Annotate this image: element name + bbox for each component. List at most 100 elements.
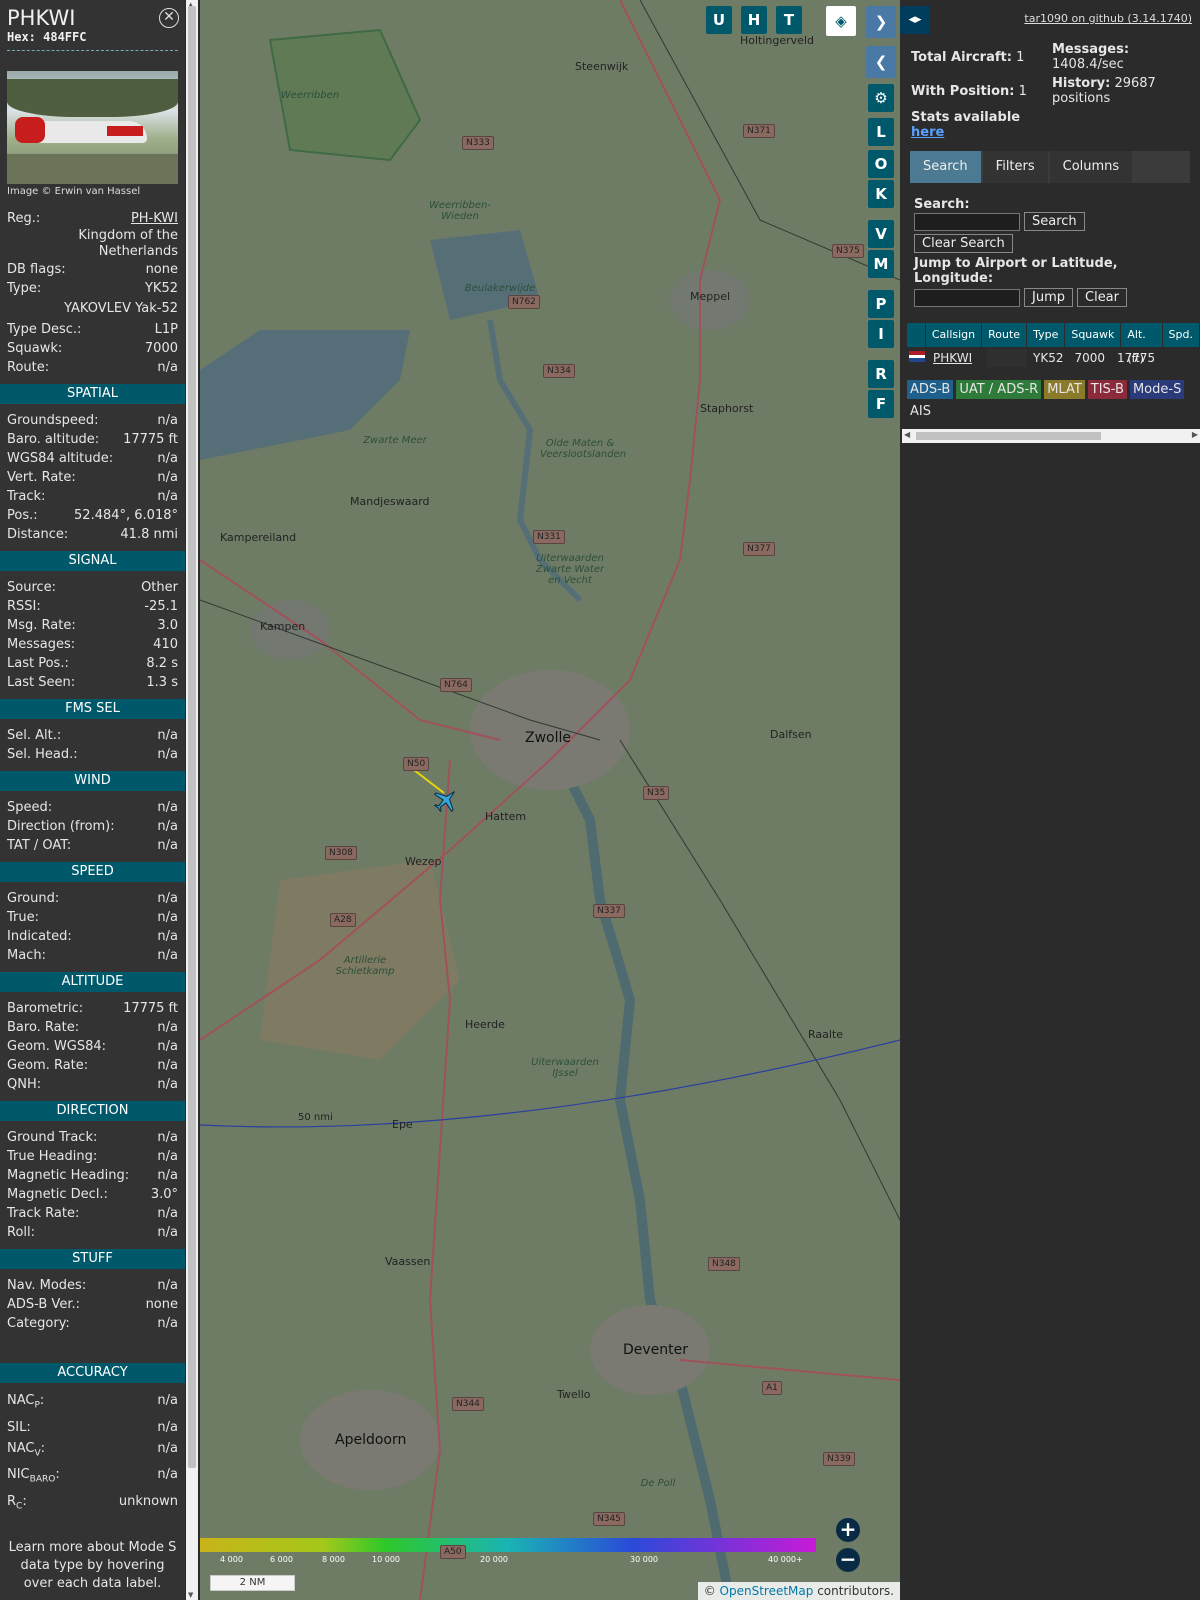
github-link[interactable]: tar1090 on github (3.14.1740) bbox=[1024, 12, 1192, 25]
jump-button[interactable]: Jump bbox=[1024, 288, 1073, 307]
flag-column[interactable] bbox=[907, 323, 925, 347]
spatial-label[interactable]: WGS84 altitude: bbox=[7, 449, 113, 468]
map-button-v[interactable]: V bbox=[868, 220, 894, 248]
scrollbar-thumb[interactable] bbox=[188, 6, 196, 1468]
stuff-label[interactable]: Nav. Modes: bbox=[7, 1276, 86, 1295]
osm-link[interactable]: OpenStreetMap bbox=[720, 1584, 814, 1598]
col-type[interactable]: Type bbox=[1027, 323, 1065, 347]
wind-label[interactable]: TAT / OAT: bbox=[7, 836, 71, 855]
col-alt[interactable]: Alt. (ft) bbox=[1121, 323, 1162, 365]
stuff-label[interactable]: ADS-B Ver.: bbox=[7, 1295, 80, 1314]
accuracy-label-wrap[interactable]: NACV: bbox=[7, 1438, 45, 1465]
stats-link[interactable]: here bbox=[911, 125, 944, 140]
search-button[interactable]: Search bbox=[1024, 212, 1085, 231]
direction-row: Magnetic Decl.: 3.0° bbox=[0, 1185, 185, 1204]
map-button-r[interactable]: R bbox=[868, 360, 894, 388]
tab-search[interactable]: Search bbox=[910, 151, 981, 183]
map-button-i[interactable]: I bbox=[868, 320, 894, 348]
direction-label[interactable]: Roll: bbox=[7, 1223, 35, 1242]
collapse-left-icon[interactable]: ❮ bbox=[866, 46, 896, 78]
altitude-label[interactable]: Geom. Rate: bbox=[7, 1056, 88, 1075]
table-scrollbar[interactable]: ◀ ▶ bbox=[902, 429, 1200, 443]
direction-label[interactable]: True Heading: bbox=[7, 1147, 97, 1166]
nl-flag-icon bbox=[907, 349, 927, 367]
signal-value: 3.0 bbox=[157, 618, 178, 633]
map-button-u[interactable]: U bbox=[706, 6, 732, 34]
search-input[interactable] bbox=[914, 212, 1020, 231]
speed-label[interactable]: Mach: bbox=[7, 946, 46, 965]
map-button-f[interactable]: F bbox=[868, 390, 894, 418]
scroll-left-icon[interactable]: ◀ bbox=[904, 430, 910, 439]
signal-label[interactable]: RSSI: bbox=[7, 597, 41, 616]
speed-label[interactable]: True: bbox=[7, 908, 39, 927]
speed-label[interactable]: Ground: bbox=[7, 889, 59, 908]
wind-label[interactable]: Speed: bbox=[7, 798, 52, 817]
accuracy-label-wrap[interactable]: NACP: bbox=[7, 1390, 44, 1417]
row-callsign[interactable]: PHKWI bbox=[927, 349, 987, 367]
map-button-m[interactable]: M bbox=[868, 250, 894, 278]
col-callsign[interactable]: Callsign bbox=[925, 323, 982, 347]
accuracy-label-wrap[interactable]: SIL: bbox=[7, 1417, 31, 1438]
spatial-value: n/a bbox=[157, 451, 178, 466]
map-button-p[interactable]: P bbox=[868, 290, 894, 318]
jump-input[interactable] bbox=[914, 288, 1020, 307]
speed-label[interactable]: Indicated: bbox=[7, 927, 72, 946]
spatial-label[interactable]: Groundspeed: bbox=[7, 411, 98, 430]
registration-link[interactable]: PH-KWI bbox=[131, 209, 178, 228]
toggle-sidebar-icon[interactable]: ◂▸ bbox=[900, 6, 930, 34]
map-button-k[interactable]: K bbox=[868, 180, 894, 208]
altitude-label[interactable]: Geom. WGS84: bbox=[7, 1037, 106, 1056]
altitude-label[interactable]: QNH: bbox=[7, 1075, 41, 1094]
aircraft-photo[interactable] bbox=[7, 71, 178, 184]
map-button-t[interactable]: T bbox=[776, 6, 802, 34]
scrollbar-thumb[interactable] bbox=[916, 432, 1101, 440]
map-button-l[interactable]: L bbox=[868, 118, 894, 146]
col-squawk[interactable]: Squawk bbox=[1065, 323, 1121, 347]
spatial-label[interactable]: Pos.: bbox=[7, 506, 38, 525]
col-route[interactable]: Route bbox=[982, 323, 1027, 347]
clear-search-button[interactable]: Clear Search bbox=[914, 234, 1013, 253]
clear-button[interactable]: Clear bbox=[1077, 288, 1127, 307]
accuracy-label-wrap[interactable]: NICBARO: bbox=[7, 1464, 60, 1491]
direction-label[interactable]: Track Rate: bbox=[7, 1204, 79, 1223]
layers-icon[interactable]: ◈ bbox=[826, 6, 856, 36]
signal-label[interactable]: Last Seen: bbox=[7, 673, 75, 692]
accuracy-label-wrap[interactable]: RC: bbox=[7, 1491, 27, 1518]
close-icon[interactable]: ✕ bbox=[159, 8, 179, 28]
speed-list: Ground: n/a True: n/a Indicated: n/a Mach: n/a bbox=[0, 889, 185, 965]
direction-label[interactable]: Ground Track: bbox=[7, 1128, 97, 1147]
spatial-label[interactable]: Distance: bbox=[7, 525, 68, 544]
accuracy-list: NACP: n/a SIL: n/a NACV: n/a NICBARO: n/a RC: unk… bbox=[0, 1390, 185, 1517]
scroll-down-icon[interactable]: ▼ bbox=[188, 1591, 193, 1599]
spatial-row: Track: n/a bbox=[0, 487, 185, 506]
direction-label[interactable]: Magnetic Heading: bbox=[7, 1166, 129, 1185]
sidebar-scrollbar[interactable]: ▲ ▼ bbox=[186, 0, 198, 1600]
map-view[interactable]: Steenwijk Meppel Staphorst Zwolle Kampen Hatt… bbox=[200, 0, 900, 1600]
stuff-label[interactable]: Category: bbox=[7, 1314, 70, 1333]
spatial-label[interactable]: Vert. Rate: bbox=[7, 468, 76, 487]
tab-columns[interactable]: Columns bbox=[1049, 151, 1133, 183]
spatial-label[interactable]: Track: bbox=[7, 487, 45, 506]
section-stuff: STUFF bbox=[0, 1249, 185, 1269]
expand-right-icon[interactable]: ❯ bbox=[866, 6, 896, 38]
signal-label[interactable]: Last Pos.: bbox=[7, 654, 69, 673]
signal-label[interactable]: Messages: bbox=[7, 635, 75, 654]
signal-label[interactable]: Msg. Rate: bbox=[7, 616, 76, 635]
col-speed[interactable]: Spd. bbox=[1162, 323, 1199, 347]
wind-label[interactable]: Direction (from): bbox=[7, 817, 115, 836]
fms-label[interactable]: Sel. Head.: bbox=[7, 745, 78, 764]
zoom-in-button[interactable]: + bbox=[836, 1518, 860, 1542]
fms-label[interactable]: Sel. Alt.: bbox=[7, 726, 61, 745]
tab-filters[interactable]: Filters bbox=[982, 151, 1048, 183]
direction-label[interactable]: Magnetic Decl.: bbox=[7, 1185, 108, 1204]
spatial-label[interactable]: Baro. altitude: bbox=[7, 430, 99, 449]
altitude-label[interactable]: Barometric: bbox=[7, 999, 83, 1018]
altitude-label[interactable]: Baro. Rate: bbox=[7, 1018, 79, 1037]
scroll-right-icon[interactable]: ▶ bbox=[1192, 430, 1198, 439]
gear-icon[interactable]: ⚙ bbox=[868, 84, 894, 112]
signal-label[interactable]: Source: bbox=[7, 578, 56, 597]
zoom-out-button[interactable]: − bbox=[836, 1548, 860, 1572]
map-button-o[interactable]: O bbox=[868, 150, 894, 178]
map-button-h[interactable]: H bbox=[741, 6, 767, 34]
table-row[interactable]: PHKWI YK52 7000 17775 bbox=[907, 349, 1161, 367]
